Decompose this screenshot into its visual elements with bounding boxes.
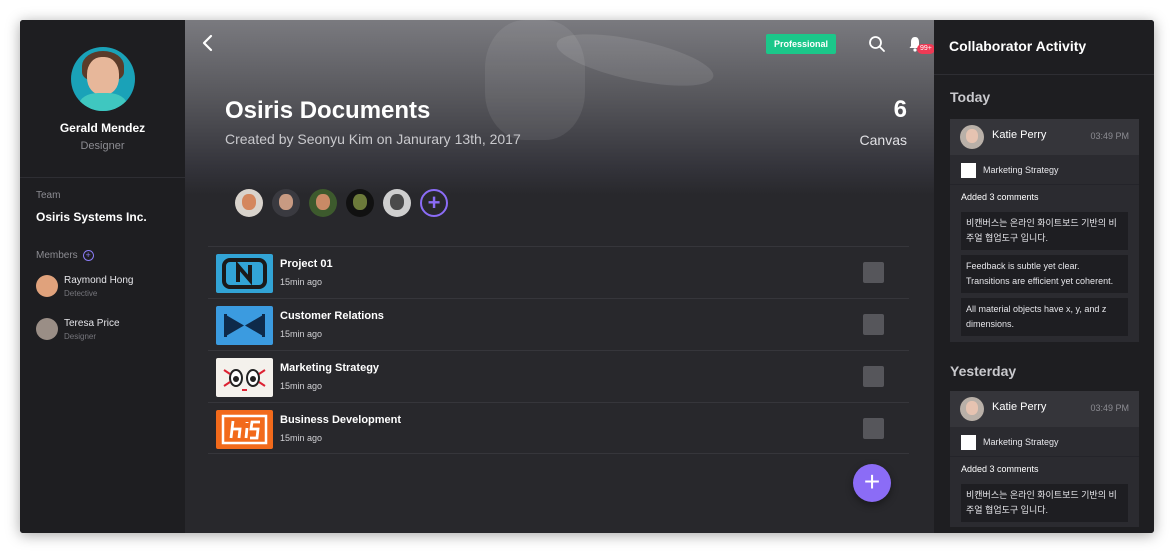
team-name: Osiris Systems Inc.: [36, 210, 147, 224]
canvas-thumbnail: [216, 306, 273, 345]
canvas-list: Project 01 15min ago Customer Relations …: [208, 246, 909, 454]
activity-time: 03:49 PM: [1090, 403, 1129, 413]
canvas-thumbnail: [216, 254, 273, 293]
add-member-icon[interactable]: +: [82, 250, 94, 261]
canvas-thumbnail: [961, 435, 976, 450]
day-label: Yesterday: [950, 363, 1017, 379]
member-role: Designer: [64, 332, 97, 341]
app-window: Gerald Mendez Designer Team Osiris Syste…: [20, 20, 1154, 533]
members-label: Members: [36, 250, 78, 261]
activity-user: Katie Perry: [992, 401, 1047, 413]
select-checkbox[interactable]: [863, 314, 884, 335]
member-name: Teresa Price: [64, 318, 120, 329]
collaborator-avatars: +: [235, 188, 448, 218]
list-item[interactable]: Project 01 15min ago: [208, 246, 909, 298]
member-avatar: [36, 318, 58, 340]
canvas-thumbnail: [216, 358, 273, 397]
select-checkbox[interactable]: [863, 366, 884, 387]
sidebar: Gerald Mendez Designer Team Osiris Syste…: [20, 20, 185, 533]
member-name: Raymond Hong: [64, 275, 134, 286]
activity-canvas-name: Marketing Strategy: [983, 437, 1059, 447]
page-subtitle: Created by Seonyu Kim on Janurary 13th, …: [225, 131, 521, 147]
avatar[interactable]: [235, 189, 263, 217]
comment-bubble: Feedback is subtle yet clear. Transition…: [961, 255, 1128, 293]
activity-summary: Added 3 comments: [950, 457, 1139, 479]
canvas-count: 6: [893, 96, 907, 123]
search-icon[interactable]: [868, 35, 886, 53]
avatar[interactable]: [272, 189, 300, 217]
canvas-time: 15min ago: [280, 381, 323, 391]
member-item[interactable]: Teresa Price Designer: [36, 316, 181, 344]
activity-canvas[interactable]: Marketing Strategy: [950, 427, 1139, 457]
canvas-title: Marketing Strategy: [280, 362, 380, 374]
member-avatar: [36, 275, 58, 297]
avatar[interactable]: [71, 47, 135, 111]
profile-section: Gerald Mendez Designer: [20, 20, 185, 178]
canvas-time: 15min ago: [280, 329, 323, 339]
activity-canvas[interactable]: Marketing Strategy: [950, 155, 1139, 185]
canvas-thumbnail: [216, 410, 273, 449]
notification-badge: 99+: [917, 44, 935, 54]
activity-card[interactable]: Katie Perry 03:49 PM Marketing Strategy …: [950, 391, 1139, 527]
canvas-title: Project 01: [280, 258, 333, 270]
select-checkbox[interactable]: [863, 418, 884, 439]
back-arrow-icon[interactable]: [200, 34, 216, 52]
member-role: Detective: [64, 289, 98, 298]
comment-bubble: 비캔버스는 온라인 화이트보드 기반의 비주얼 협업도구 입니다.: [961, 484, 1128, 522]
profile-name: Gerald Mendez: [59, 121, 146, 135]
canvas-title: Customer Relations: [280, 310, 384, 322]
team-label: Team: [36, 190, 61, 201]
avatar[interactable]: [309, 189, 337, 217]
avatar[interactable]: [346, 189, 374, 217]
activity-canvas-name: Marketing Strategy: [983, 165, 1059, 175]
add-collaborator-button[interactable]: +: [420, 189, 448, 217]
canvas-label: Canvas: [859, 132, 907, 148]
canvas-title: Business Development: [280, 414, 402, 426]
activity-time: 03:49 PM: [1090, 131, 1129, 141]
activity-title: Collaborator Activity: [949, 38, 1087, 54]
avatar: [960, 397, 984, 421]
comment-bubble: 비캔버스는 온라인 화이트보드 기반의 비주얼 협업도구 입니다.: [961, 212, 1128, 250]
member-item[interactable]: Raymond Hong Detective: [36, 273, 181, 301]
activity-summary: Added 3 comments: [950, 185, 1139, 207]
add-canvas-button[interactable]: +: [853, 464, 891, 502]
list-item[interactable]: Marketing Strategy 15min ago: [208, 350, 909, 402]
comment-bubble: All material objects have x, y, and z di…: [961, 298, 1128, 336]
activity-summary-text: Added 3 comments: [961, 192, 1039, 202]
members-header: Members +: [36, 250, 94, 261]
canvas-thumbnail: [961, 163, 976, 178]
activity-card[interactable]: Katie Perry 03:49 PM Marketing Strategy …: [950, 119, 1139, 342]
activity-card-header: Katie Perry 03:49 PM: [950, 391, 1139, 427]
select-checkbox[interactable]: [863, 262, 884, 283]
activity-header: Collaborator Activity: [934, 20, 1154, 75]
canvas-time: 15min ago: [280, 433, 323, 443]
activity-panel: Collaborator Activity Today Katie Perry …: [934, 20, 1154, 533]
day-label: Today: [950, 89, 991, 105]
plan-badge[interactable]: Professional: [766, 34, 837, 54]
activity-summary-text: Added 3 comments: [961, 464, 1039, 474]
avatar: [960, 125, 984, 149]
activity-user: Katie Perry: [992, 129, 1047, 141]
activity-card-header: Katie Perry 03:49 PM: [950, 119, 1139, 155]
avatar[interactable]: [383, 189, 411, 217]
profile-role: Designer: [80, 140, 125, 152]
main-content: Professional 99+ Osiris Documents Create…: [185, 20, 935, 533]
list-item[interactable]: Business Development 15min ago: [208, 402, 909, 454]
list-item[interactable]: Customer Relations 15min ago: [208, 298, 909, 350]
page-title: Osiris Documents: [225, 97, 431, 124]
canvas-time: 15min ago: [280, 277, 323, 287]
